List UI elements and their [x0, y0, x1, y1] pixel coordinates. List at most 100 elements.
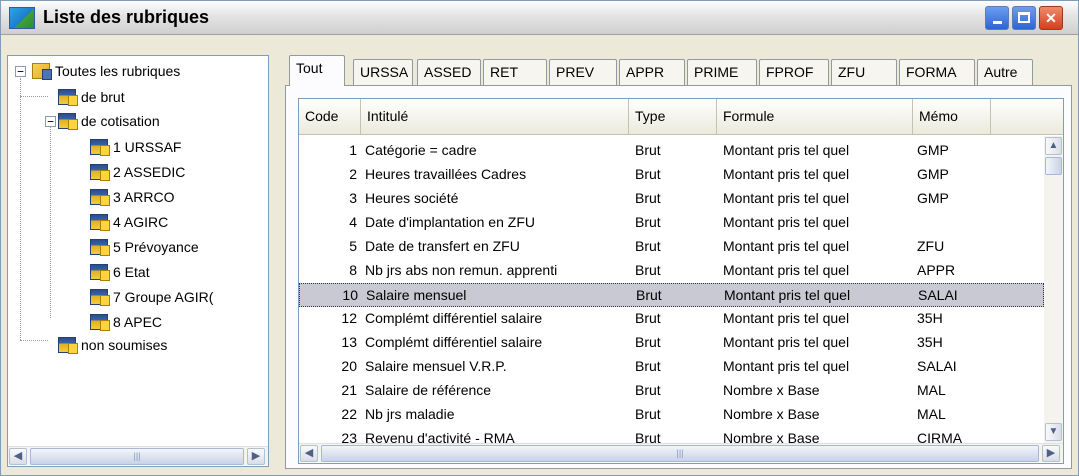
tree-node-brut[interactable]: de brut	[58, 86, 125, 108]
tree-node-root[interactable]: Toutes les rubriques	[32, 60, 180, 82]
tab-ret[interactable]: RET	[483, 59, 547, 85]
column-header-type[interactable]: Type	[629, 99, 717, 134]
title-bar[interactable]: Liste des rubriques ✕	[1, 1, 1078, 35]
collapse-root-icon[interactable]: −	[15, 66, 26, 77]
rubrique-icon	[90, 214, 110, 231]
tab-forma[interactable]: FORMA	[899, 59, 975, 85]
cell-type: Brut	[635, 358, 661, 374]
cell-memo: GMP	[917, 142, 949, 158]
cell-memo: APPR	[917, 262, 956, 278]
minimize-icon	[992, 21, 1002, 24]
cell-code: 10	[342, 287, 358, 303]
column-header-intitule[interactable]: Intitulé	[361, 99, 629, 134]
tabs-area: Tout URSSA ASSED RET PREV APPR PRIME FPR…	[285, 53, 1072, 469]
cell-intitule: Complémt différentiel salaire	[365, 334, 543, 350]
tree-node-label: Toutes les rubriques	[55, 63, 181, 79]
tab-autre[interactable]: Autre	[977, 59, 1033, 85]
tree-node-cotisation[interactable]: de cotisation	[58, 110, 160, 132]
cell-intitule: Heures travaillées Cadres	[365, 166, 527, 182]
cell-formule: Montant pris tel quel	[723, 238, 850, 254]
scroll-down-icon[interactable]: ▼	[1045, 423, 1062, 441]
tree-node-child[interactable]: 3 ARRCO	[90, 186, 174, 208]
table-row[interactable]: 1 Catégorie = cadre Brut Montant pris tel q…	[299, 139, 1044, 163]
tab-prev[interactable]: PREV	[549, 59, 617, 85]
cell-type: Brut	[635, 310, 661, 326]
table-row[interactable]: 10 Salaire mensuel Brut Montant pris tel qu…	[299, 283, 1044, 307]
cell-memo: 35H	[917, 334, 943, 350]
cell-code: 20	[341, 358, 357, 374]
cell-code: 5	[349, 238, 357, 254]
column-header-code[interactable]: Code	[299, 99, 361, 134]
table-row[interactable]: 21 Salaire de référence Brut Nombre x Base M…	[299, 379, 1044, 403]
tab-tout[interactable]: Tout	[289, 55, 345, 86]
table-row[interactable]: 8 Nb jrs abs non remun. apprenti Brut Monta…	[299, 259, 1044, 283]
tab-panel-tout: Code Intitulé Type Formule Mémo 1 Catégor…	[285, 85, 1072, 469]
tree-node-child[interactable]: 6 Etat	[90, 261, 150, 283]
cell-type: Brut	[635, 334, 661, 350]
cell-memo: GMP	[917, 190, 949, 206]
cell-intitule: Complémt différentiel salaire	[365, 310, 543, 326]
collapse-cotisation-icon[interactable]: −	[45, 116, 56, 127]
scroll-right-icon[interactable]: ▶	[1042, 445, 1060, 462]
tree-node-child[interactable]: 1 URSSAF	[90, 136, 181, 158]
cell-type: Brut	[635, 406, 661, 422]
tree-node-child[interactable]: 4 AGIRC	[90, 211, 168, 233]
cell-code: 13	[341, 334, 357, 350]
tree-node-label: 3 ARRCO	[113, 189, 175, 205]
tab-assed[interactable]: ASSED	[417, 59, 481, 85]
table-row[interactable]: 13 Complémt différentiel salaire Brut Monta…	[299, 331, 1044, 355]
cell-memo: SALAI	[918, 287, 958, 303]
table-row[interactable]: 22 Nb jrs maladie Brut Nombre x Base MAL	[299, 403, 1044, 427]
tree-node-child[interactable]: 8 APEC	[90, 311, 162, 333]
list-horizontal-scrollbar[interactable]: ◀ ||| ▶	[299, 443, 1063, 462]
tree-node-child[interactable]: 7 Groupe AGIR(	[90, 286, 213, 308]
rubriques-tree[interactable]: − Toutes les rubriques de brut − de coti…	[7, 55, 269, 467]
tab-zfu[interactable]: ZFU	[831, 59, 897, 85]
maximize-icon	[1018, 12, 1030, 23]
cell-intitule: Date de transfert en ZFU	[365, 238, 520, 254]
table-row[interactable]: 12 Complémt différentiel salaire Brut Monta…	[299, 307, 1044, 331]
tab-fprof[interactable]: FPROF	[759, 59, 829, 85]
table-row[interactable]: 2 Heures travaillées Cadres Brut Montant pr…	[299, 163, 1044, 187]
tab-prime[interactable]: PRIME	[687, 59, 757, 85]
tree-node-non-soumises[interactable]: non soumises	[58, 334, 167, 356]
cell-type: Brut	[635, 382, 661, 398]
window-title: Liste des rubriques	[43, 7, 210, 27]
cell-type: Brut	[636, 287, 662, 303]
scroll-up-icon[interactable]: ▲	[1045, 137, 1062, 155]
tree-node-label: de brut	[81, 89, 125, 105]
column-header-formule[interactable]: Formule	[717, 99, 913, 134]
cell-memo: MAL	[917, 382, 946, 398]
cell-formule: Montant pris tel quel	[723, 142, 850, 158]
scroll-left-icon[interactable]: ◀	[9, 448, 27, 465]
tree-node-child[interactable]: 2 ASSEDIC	[90, 161, 185, 183]
tab-appr[interactable]: APPR	[619, 59, 685, 85]
tree-node-label: 5 Prévoyance	[113, 239, 199, 255]
tree-horizontal-scrollbar[interactable]: ◀ ||| ▶	[8, 446, 268, 465]
rubrique-icon	[58, 337, 78, 354]
column-header-memo[interactable]: Mémo	[913, 99, 991, 134]
scroll-left-icon[interactable]: ◀	[300, 445, 318, 462]
table-row[interactable]: 3 Heures société Brut Montant pris tel quel…	[299, 187, 1044, 211]
column-header-empty	[991, 99, 1063, 134]
close-button[interactable]: ✕	[1039, 6, 1063, 30]
rubrique-icon	[90, 139, 110, 156]
scrollbar-thumb[interactable]	[1045, 157, 1062, 175]
table-row[interactable]: 5 Date de transfert en ZFU Brut Montant pri…	[299, 235, 1044, 259]
tab-urssa[interactable]: URSSA	[353, 59, 413, 85]
maximize-button[interactable]	[1012, 6, 1036, 30]
rubrique-icon	[90, 189, 110, 206]
table-row[interactable]: 20 Salaire mensuel V.R.P. Brut Montant pris…	[299, 355, 1044, 379]
scroll-right-icon[interactable]: ▶	[247, 448, 265, 465]
list-header: Code Intitulé Type Formule Mémo	[299, 99, 1063, 135]
cell-formule: Montant pris tel quel	[723, 262, 850, 278]
rubriques-list[interactable]: Code Intitulé Type Formule Mémo 1 Catégor…	[298, 98, 1064, 464]
minimize-button[interactable]	[985, 6, 1009, 30]
cell-intitule: Catégorie = cadre	[365, 142, 477, 158]
scrollbar-thumb[interactable]: |||	[321, 445, 1039, 462]
table-row[interactable]: 4 Date d'implantation en ZFU Brut Montant p…	[299, 211, 1044, 235]
rubrique-icon	[90, 314, 110, 331]
scrollbar-thumb[interactable]: |||	[30, 448, 244, 465]
list-vertical-scrollbar[interactable]: ▲ ▼	[1044, 136, 1063, 443]
tree-node-child[interactable]: 5 Prévoyance	[90, 236, 199, 258]
